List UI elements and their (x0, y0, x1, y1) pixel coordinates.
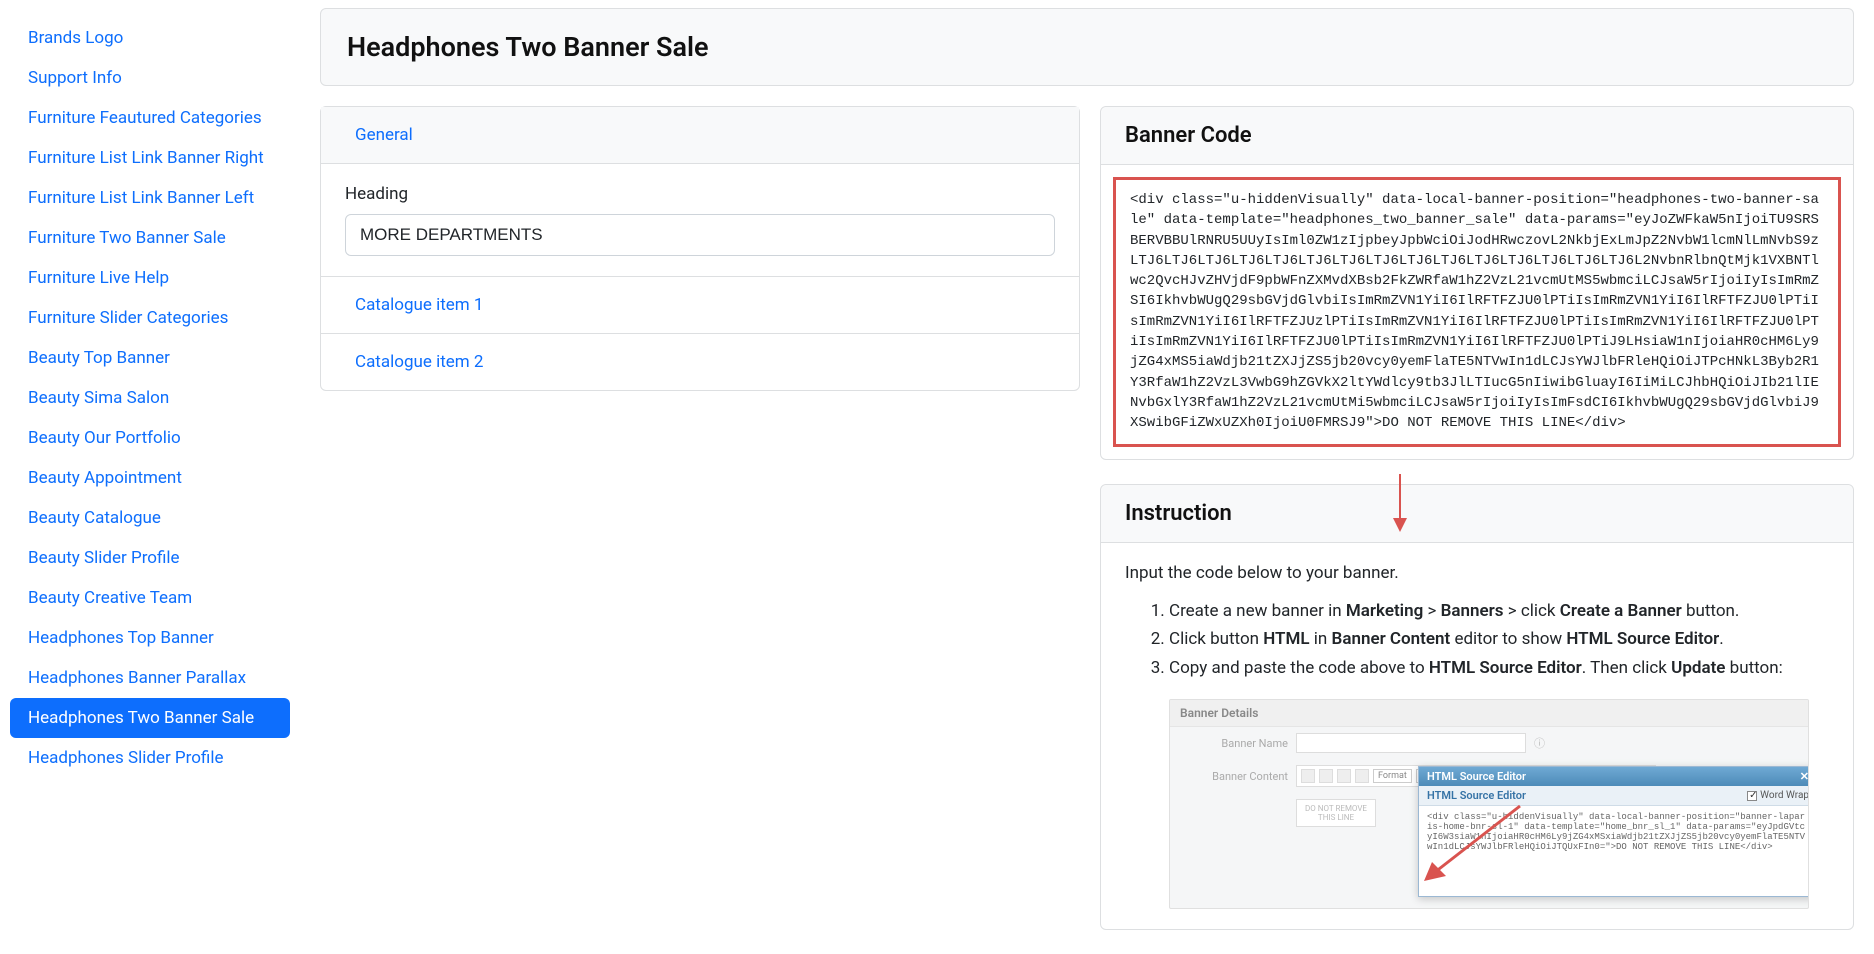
heading-label: Heading (345, 184, 1055, 204)
instruction-intro: Input the code below to your banner. (1125, 563, 1829, 583)
accordion-header-catalogue-item-1[interactable]: Catalogue item 1 (321, 277, 1079, 333)
accordion: General Heading Catalogue item 1 Catalog… (320, 106, 1080, 391)
sidebar-item-headphones-banner-parallax[interactable]: Headphones Banner Parallax (10, 658, 290, 698)
accordion-header-general[interactable]: General (321, 107, 1079, 164)
sidebar-item-beauty-catalogue[interactable]: Beauty Catalogue (10, 498, 290, 538)
settings-column: General Heading Catalogue item 1 Catalog… (320, 106, 1080, 954)
sidebar-item-furniture-list-link-banner-left[interactable]: Furniture List Link Banner Left (10, 178, 290, 218)
popup-code: <div class="u-hiddenVisually" data-local… (1419, 806, 1809, 896)
instruction-step-3: Copy and paste the code above to HTML So… (1169, 654, 1829, 683)
main-content: Headphones Two Banner Sale General Headi… (300, 0, 1874, 793)
sidebar-item-furniture-live-help[interactable]: Furniture Live Help (10, 258, 290, 298)
sidebar-item-beauty-creative-team[interactable]: Beauty Creative Team (10, 578, 290, 618)
diagram-popup: HTML Source Editor ✕ HTML Source Editor … (1418, 766, 1809, 897)
accordion-body-general: Heading (321, 164, 1079, 276)
sidebar-item-headphones-top-banner[interactable]: Headphones Top Banner (10, 618, 290, 658)
instruction-step-1: Create a new banner in Marketing > Banne… (1169, 597, 1829, 626)
sidebar-item-headphones-slider-profile[interactable]: Headphones Slider Profile (10, 738, 290, 778)
sidebar-item-brands-logo[interactable]: Brands Logo (10, 18, 290, 58)
instruction-title: Instruction (1101, 485, 1853, 543)
sidebar-item-beauty-top-banner[interactable]: Beauty Top Banner (10, 338, 290, 378)
toolbar-format-select: Format (1373, 769, 1412, 783)
accordion-header-catalogue-item-2[interactable]: Catalogue item 2 (321, 334, 1079, 390)
toolbar-btn-icon (1301, 769, 1315, 783)
help-icon: ⓘ (1534, 735, 1545, 751)
toolbar-btn-icon (1337, 769, 1351, 783)
sidebar-item-furniture-two-banner-sale[interactable]: Furniture Two Banner Sale (10, 218, 290, 258)
sidebar-item-furniture-list-link-banner-right[interactable]: Furniture List Link Banner Right (10, 138, 290, 178)
banner-code-card: Banner Code <div class="u-hiddenVisually… (1100, 106, 1854, 460)
heading-input[interactable] (345, 214, 1055, 256)
sidebar-item-beauty-appointment[interactable]: Beauty Appointment (10, 458, 290, 498)
diagram-editor-content: DO NOT REMOVE THIS LINE (1296, 799, 1376, 827)
popup-close-icon: ✕ (1800, 770, 1809, 783)
instruction-steps: Create a new banner in Marketing > Banne… (1125, 597, 1829, 684)
diagram-banner-content-label: Banner Content (1180, 770, 1288, 783)
sidebar-item-headphones-two-banner-sale[interactable]: Headphones Two Banner Sale (10, 698, 290, 738)
banner-code-text[interactable]: <div class="u-hiddenVisually" data-local… (1113, 177, 1841, 447)
sidebar-item-furniture-featured-categories[interactable]: Furniture Feautured Categories (10, 98, 290, 138)
sidebar-item-beauty-our-portfolio[interactable]: Beauty Our Portfolio (10, 418, 290, 458)
instruction-card: Instruction Input the code below to your… (1100, 484, 1854, 931)
diagram-banner-name-label: Banner Name (1180, 737, 1288, 750)
sidebar: Brands Logo Support Info Furniture Feaut… (0, 0, 300, 793)
diagram-banner-name-input (1296, 733, 1526, 753)
info-column: Banner Code <div class="u-hiddenVisually… (1100, 106, 1854, 954)
diagram-panel-title: Banner Details (1170, 700, 1808, 727)
sidebar-item-support-info[interactable]: Support Info (10, 58, 290, 98)
sidebar-item-furniture-slider-categories[interactable]: Furniture Slider Categories (10, 298, 290, 338)
sidebar-item-beauty-sima-salon[interactable]: Beauty Sima Salon (10, 378, 290, 418)
sidebar-item-beauty-slider-profile[interactable]: Beauty Slider Profile (10, 538, 290, 578)
banner-code-title: Banner Code (1101, 107, 1853, 165)
popup-subtitle: HTML Source Editor (1427, 789, 1526, 802)
instruction-step-2: Click button HTML in Banner Content edit… (1169, 625, 1829, 654)
page-title: Headphones Two Banner Sale (347, 31, 1827, 63)
page-header: Headphones Two Banner Sale (320, 8, 1854, 86)
toolbar-btn-icon (1319, 769, 1333, 783)
popup-wordwrap-checkbox: ✓ Word Wrap (1747, 789, 1809, 802)
popup-title: HTML Source Editor (1427, 770, 1526, 783)
toolbar-btn-icon (1355, 769, 1369, 783)
instruction-diagram: Banner Details Banner Name ⓘ Banner Cont… (1169, 699, 1809, 909)
